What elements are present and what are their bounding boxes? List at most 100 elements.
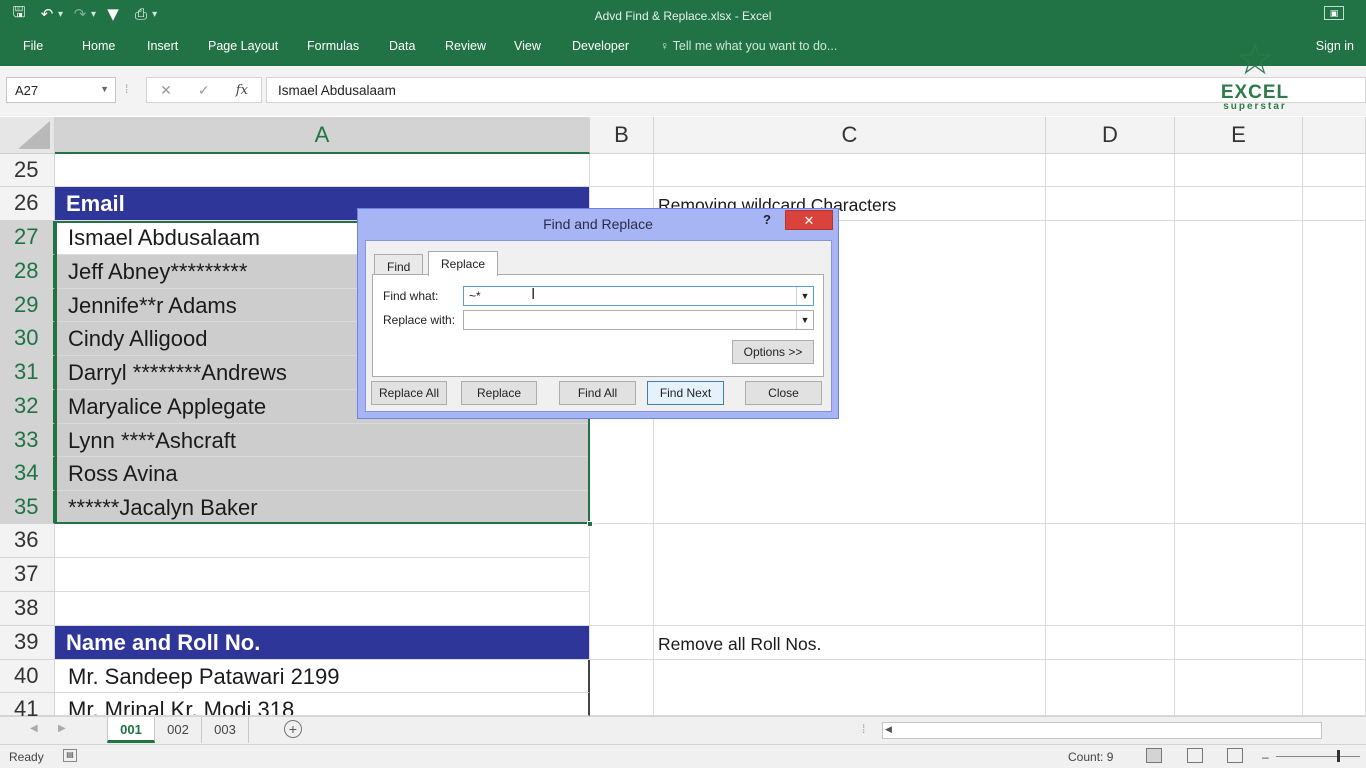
row-header-33[interactable]: 33 — [0, 424, 55, 457]
tab-view[interactable]: View — [514, 39, 541, 53]
cell-a36[interactable] — [55, 524, 590, 558]
cells-d27-d35[interactable] — [1046, 221, 1175, 524]
fill-handle[interactable] — [587, 521, 593, 527]
tab-insert[interactable]: Insert — [147, 39, 178, 53]
cells-e27-e35[interactable] — [1175, 221, 1303, 524]
chevron-down-icon[interactable]: ▼ — [796, 287, 813, 305]
help-icon[interactable]: ? — [763, 212, 771, 227]
cell-a25[interactable] — [55, 154, 590, 187]
row-header-29[interactable]: 29 — [0, 289, 55, 322]
row-header-38[interactable]: 38 — [0, 592, 55, 626]
tab-home[interactable]: Home — [82, 39, 115, 53]
formula-bar-resize-handle[interactable]: ⁞ — [125, 82, 128, 96]
scroll-tabs-right-icon[interactable]: ▶ — [58, 723, 66, 734]
find-all-button[interactable]: Find All — [559, 381, 636, 405]
tab-formulas[interactable]: Formulas — [307, 39, 359, 53]
cell-d26[interactable] — [1046, 187, 1175, 221]
ribbon-display-options-icon[interactable]: ▣ — [1324, 6, 1344, 20]
sign-in-link[interactable]: Sign in — [1316, 39, 1354, 53]
tab-find[interactable]: Find — [374, 254, 424, 275]
sheet-tab-002[interactable]: 002 — [155, 717, 202, 743]
replace-with-input[interactable]: ▼ — [463, 310, 814, 330]
sheet-tab-001[interactable]: 001 — [107, 717, 155, 743]
page-layout-view-icon[interactable] — [1187, 748, 1203, 763]
options-button[interactable]: Options >> — [732, 340, 814, 364]
cells-b36-b38[interactable] — [590, 524, 654, 626]
replace-button[interactable]: Replace — [461, 381, 537, 405]
tell-me-search[interactable]: ♀ Tell me what you want to do... — [660, 39, 837, 53]
scroll-left-icon[interactable]: ◀ — [885, 724, 892, 735]
row-header-34[interactable]: 34 — [0, 457, 55, 491]
cell-f26[interactable] — [1303, 187, 1366, 221]
tab-data[interactable]: Data — [389, 39, 415, 53]
select-all-button[interactable] — [0, 117, 55, 154]
column-header-next[interactable] — [1303, 117, 1366, 154]
row-header-27[interactable]: 27 — [0, 221, 55, 255]
cell-e25[interactable] — [1175, 154, 1303, 187]
column-header-c[interactable]: C — [654, 117, 1046, 154]
cell-e26[interactable] — [1175, 187, 1303, 221]
zoom-slider-track[interactable] — [1276, 756, 1360, 757]
macro-record-icon[interactable]: ▤ — [63, 749, 77, 762]
column-header-b[interactable]: B — [590, 117, 654, 154]
cell-e39[interactable] — [1175, 626, 1303, 660]
chevron-down-icon[interactable]: ▼ — [100, 84, 109, 94]
row-header-32[interactable]: 32 — [0, 390, 55, 424]
cell-d25[interactable] — [1046, 154, 1175, 187]
row-header-28[interactable]: 28 — [0, 255, 55, 289]
tab-replace[interactable]: Replace — [428, 251, 499, 276]
row-header-41[interactable]: 41 — [0, 693, 55, 721]
replace-all-button[interactable]: Replace All — [371, 381, 447, 405]
cell-b25[interactable] — [590, 154, 654, 187]
add-sheet-icon[interactable]: + — [284, 720, 302, 738]
cell-a33[interactable]: Lynn ****Ashcraft — [55, 424, 590, 457]
tab-split-handle[interactable]: ⁞ — [862, 722, 865, 736]
tab-review[interactable]: Review — [445, 39, 486, 53]
tab-developer[interactable]: Developer — [572, 39, 629, 53]
cells-d40-d41[interactable] — [1046, 660, 1175, 716]
cells-e36-e38[interactable] — [1175, 524, 1303, 626]
close-button[interactable]: Close — [745, 381, 822, 405]
cell-c39[interactable]: Remove all Roll Nos. — [654, 626, 1046, 660]
cancel-icon[interactable]: ✕ — [160, 82, 172, 99]
cells-d36-d38[interactable] — [1046, 524, 1175, 626]
find-next-button[interactable]: Find Next — [647, 381, 724, 405]
cells-e40-e41[interactable] — [1175, 660, 1303, 716]
row-header-25[interactable]: 25 — [0, 154, 55, 187]
column-header-e[interactable]: E — [1175, 117, 1303, 154]
cells-c36-c38[interactable] — [654, 524, 1046, 626]
column-header-a[interactable]: A — [55, 117, 590, 154]
cell-a34[interactable]: Ross Avina — [55, 457, 590, 491]
cell-d39[interactable] — [1046, 626, 1175, 660]
row-header-36[interactable]: 36 — [0, 524, 55, 558]
cell-b39[interactable] — [590, 626, 654, 660]
scroll-tabs-left-icon[interactable]: ◀ — [30, 723, 38, 734]
cells-f36-f38[interactable] — [1303, 524, 1366, 626]
row-header-39[interactable]: 39 — [0, 626, 55, 660]
find-what-input[interactable]: ~* ▼ — [463, 286, 814, 306]
sheet-tab-003[interactable]: 003 — [202, 717, 249, 743]
page-break-view-icon[interactable] — [1227, 748, 1243, 763]
tab-page-layout[interactable]: Page Layout — [208, 39, 278, 53]
tab-file[interactable]: File — [23, 39, 43, 53]
row-header-37[interactable]: 37 — [0, 558, 55, 592]
row-header-40[interactable]: 40 — [0, 660, 55, 693]
row-header-26[interactable]: 26 — [0, 187, 55, 221]
formula-input[interactable]: Ismael Abdusalaam — [266, 77, 1366, 103]
cell-c25[interactable] — [654, 154, 1046, 187]
row-header-30[interactable]: 30 — [0, 322, 55, 356]
chevron-down-icon[interactable]: ▼ — [796, 311, 813, 329]
close-icon[interactable]: ✕ — [785, 210, 833, 230]
name-box[interactable]: A27 ▼ — [6, 77, 116, 103]
cells-f27-f35[interactable] — [1303, 221, 1366, 524]
cell-a35[interactable]: ******Jacalyn Baker — [55, 491, 590, 524]
cell-a39[interactable]: Name and Roll No. — [55, 626, 590, 660]
cell-a37[interactable] — [55, 558, 590, 592]
cell-f39[interactable] — [1303, 626, 1366, 660]
row-header-31[interactable]: 31 — [0, 356, 55, 390]
cells-b40-b41[interactable] — [590, 660, 654, 716]
insert-function-icon[interactable]: fx — [236, 83, 248, 98]
horizontal-scrollbar[interactable]: ◀ — [882, 722, 1322, 739]
zoom-out-icon[interactable]: – — [1262, 750, 1269, 764]
cells-f40-f41[interactable] — [1303, 660, 1366, 716]
